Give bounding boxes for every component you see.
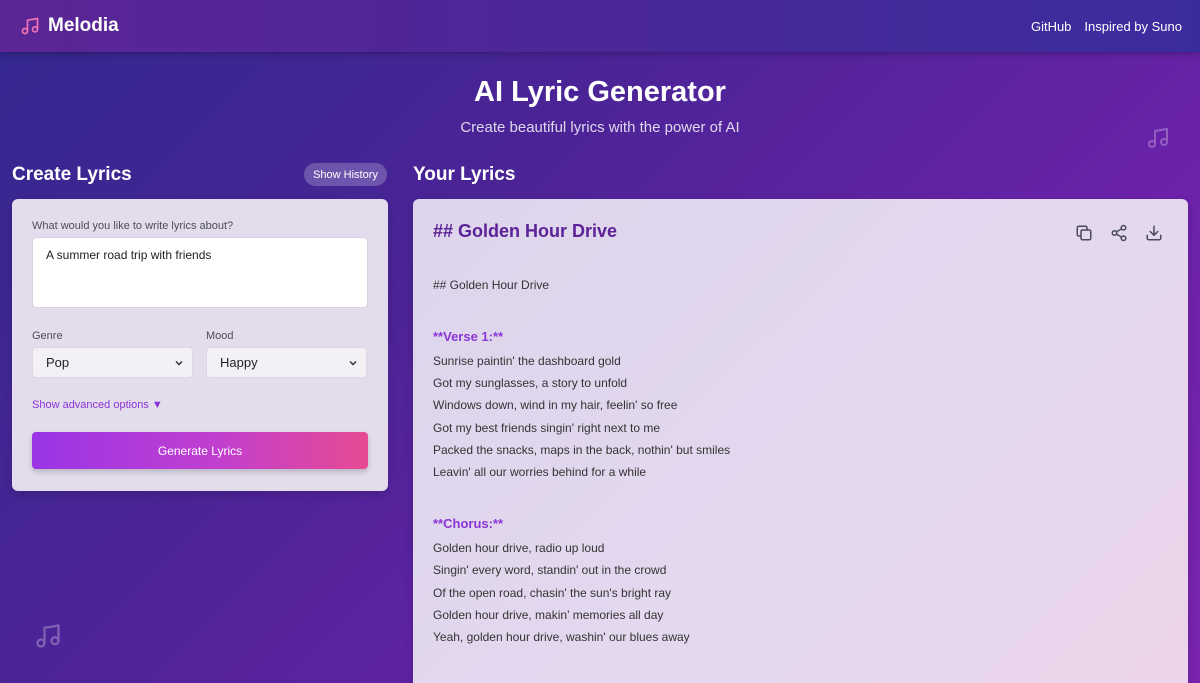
mood-select[interactable]: Happy bbox=[206, 347, 367, 378]
lyrics-body: ## Golden Hour Drive **Verse 1:** Sunris… bbox=[433, 278, 730, 648]
page-title: AI Lyric Generator bbox=[474, 76, 726, 108]
download-icon[interactable] bbox=[1145, 224, 1163, 242]
lyrics-title: ## Golden Hour Drive bbox=[433, 221, 618, 241]
top-navbar: Melodia GitHub Inspired by Suno bbox=[0, 0, 1200, 52]
hero: AI Lyric Generator Create beautiful lyri… bbox=[0, 76, 1200, 136]
genre-value: Pop bbox=[46, 355, 70, 370]
lyric-line: Leavin' all our worries behind for a whi… bbox=[433, 464, 647, 479]
inspired-by-suno-link[interactable]: Inspired by Suno bbox=[1084, 19, 1182, 34]
genre-select[interactable]: Pop bbox=[32, 347, 193, 378]
brand-name: Melodia bbox=[48, 15, 119, 36]
lyric-line: Packed the snacks, maps in the back, not… bbox=[433, 442, 731, 457]
create-lyrics-heading: Create Lyrics bbox=[12, 164, 132, 185]
music-note-icon bbox=[21, 17, 39, 35]
topic-input[interactable]: A summer road trip with friends bbox=[32, 237, 368, 308]
github-link[interactable]: GitHub bbox=[1031, 19, 1071, 34]
share-icon[interactable] bbox=[1110, 224, 1128, 242]
your-lyrics-heading: Your Lyrics bbox=[413, 164, 516, 185]
lyrics-form-card: What would you like to write lyrics abou… bbox=[12, 199, 388, 491]
chorus-label: **Chorus:** bbox=[433, 516, 504, 532]
chevron-down-icon bbox=[349, 360, 357, 366]
lyric-line: Got my best friends singin' right next t… bbox=[433, 420, 661, 435]
mood-value: Happy bbox=[220, 355, 258, 370]
lyric-line: Sunrise paintin' the dashboard gold bbox=[433, 354, 621, 368]
verse-label: **Verse 1:** bbox=[433, 329, 504, 344]
lyric-line: Of the open road, chasin' the sun's brig… bbox=[433, 585, 672, 600]
topic-label: What would you like to write lyrics abou… bbox=[32, 220, 234, 232]
lyrics-subtitle: ## Golden Hour Drive bbox=[433, 278, 550, 292]
lyric-line: Yeah, golden hour drive, washin' our blu… bbox=[433, 629, 690, 644]
chevron-down-icon bbox=[175, 360, 183, 366]
genre-label: Genre bbox=[32, 330, 63, 342]
nav-links: GitHub Inspired by Suno bbox=[1031, 19, 1182, 34]
lyric-line: Golden hour drive, radio up loud bbox=[433, 541, 605, 556]
show-advanced-options-toggle[interactable]: Show advanced options ▼ bbox=[32, 399, 163, 411]
lyric-line: Golden hour drive, makin' memories all d… bbox=[433, 607, 664, 622]
music-note-icon bbox=[1148, 128, 1168, 148]
generate-lyrics-button[interactable]: Generate Lyrics bbox=[32, 432, 368, 469]
music-note-icon bbox=[36, 624, 60, 648]
lyric-line: Got my sunglasses, a story to unfold bbox=[433, 376, 628, 391]
lyric-line: Windows down, wind in my hair, feelin' s… bbox=[433, 398, 678, 413]
mood-label: Mood bbox=[206, 330, 234, 342]
lyrics-output-card: ## Golden Hour Drive ## Golden Hour Driv… bbox=[413, 199, 1188, 683]
lyric-line: Singin' every word, standin' out in the … bbox=[433, 563, 667, 578]
page-subtitle: Create beautiful lyrics with the power o… bbox=[460, 119, 740, 136]
brand[interactable]: Melodia bbox=[20, 15, 119, 37]
show-history-button[interactable]: Show History bbox=[304, 163, 387, 186]
copy-icon[interactable] bbox=[1075, 224, 1093, 242]
